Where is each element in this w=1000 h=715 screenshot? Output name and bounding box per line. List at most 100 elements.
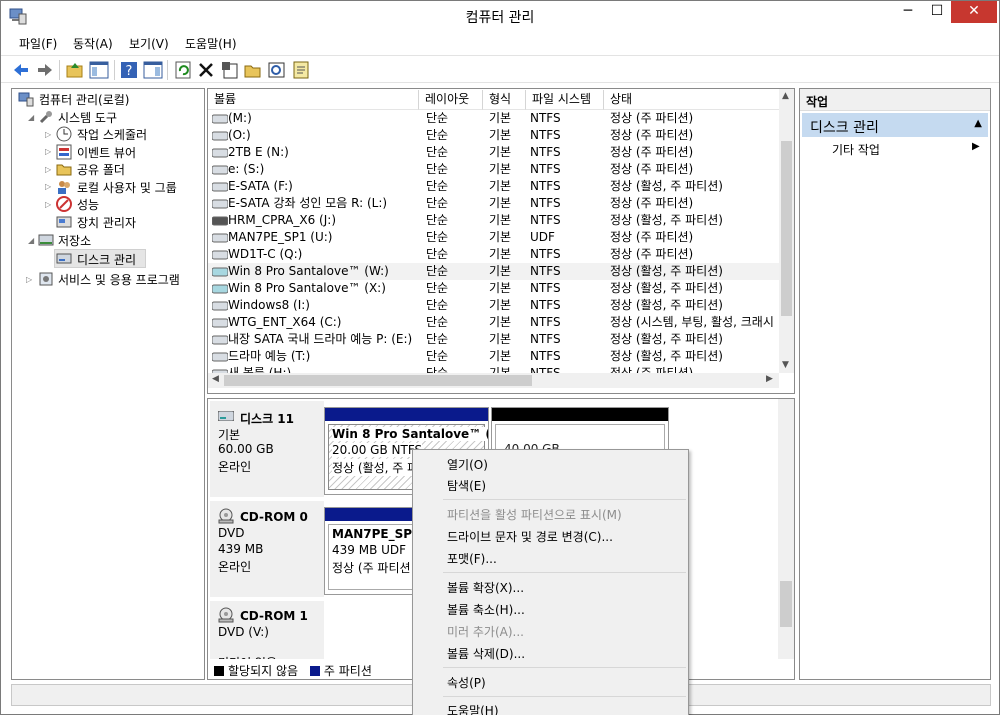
table-row[interactable]: 2TB E (N:) 단순 기본 NTFS 정상 (주 파티션) — [208, 144, 780, 161]
volume-icon — [212, 148, 228, 158]
close-button[interactable]: ✕ — [951, 1, 997, 23]
collapsed-arrow-icon[interactable]: ▷ — [45, 182, 51, 191]
column-layout[interactable]: 레이아웃 — [419, 90, 483, 110]
scroll-up-icon[interactable]: ▲ — [782, 91, 789, 101]
action-section-label: 디스크 관리 — [810, 120, 879, 136]
search-icon[interactable] — [267, 60, 287, 80]
column-volume[interactable]: 볼륨 — [208, 90, 419, 110]
performance-icon — [56, 196, 72, 212]
scroll-thumb[interactable] — [781, 141, 792, 316]
column-type[interactable]: 형식 — [483, 90, 526, 110]
back-icon[interactable] — [11, 60, 31, 80]
expanded-arrow-icon[interactable]: ◢ — [28, 236, 34, 245]
collapsed-arrow-icon[interactable]: ▷ — [45, 200, 51, 209]
cell-filesystem: NTFS — [530, 111, 561, 125]
menu-open[interactable]: 열기(O) — [447, 456, 488, 473]
menu-view[interactable]: 보기(V) — [129, 35, 169, 52]
table-row[interactable]: 드라마 예능 (T:) 단순 기본 NTFS 정상 (활성, 주 파티션) — [208, 348, 780, 365]
table-row[interactable]: HRM_CPRA_X6 (J:) 단순 기본 NTFS 정상 (활성, 주 파티션) — [208, 212, 780, 229]
tree-system-tools[interactable]: 시스템 도구 — [58, 109, 117, 126]
refresh-icon[interactable] — [173, 60, 193, 80]
forward-icon[interactable] — [35, 60, 55, 80]
menu-format[interactable]: 포맷(F)... — [447, 550, 497, 567]
menu-delete-volume[interactable]: 볼륨 삭제(D)... — [447, 645, 525, 662]
partition-u[interactable]: MAN7PE_SP1 439 MB UDF 정상 (주 파티션 — [324, 507, 424, 595]
menu-help[interactable]: 도움말(H) — [447, 702, 499, 715]
column-status[interactable]: 상태 — [604, 90, 780, 110]
table-row[interactable]: (O:) 단순 기본 NTFS 정상 (주 파티션) — [208, 127, 780, 144]
cdrom-1-label[interactable]: CD-ROM 1 DVD (V:) 미디어 없음 — [210, 601, 324, 670]
table-row[interactable]: 내장 SATA 국내 드라마 예능 P: (E:) 단순 기본 NTFS 정상 (활성,… — [208, 331, 780, 348]
delete-icon[interactable] — [196, 60, 216, 80]
tree-event-viewer[interactable]: 이벤트 뷰어 — [77, 144, 136, 161]
maximize-button[interactable]: ☐ — [923, 1, 951, 23]
menu-file[interactable]: 파일(F) — [19, 35, 57, 52]
export-icon[interactable] — [291, 60, 311, 80]
table-row[interactable]: e: (S:) 단순 기본 NTFS 정상 (주 파티션) — [208, 161, 780, 178]
table-row[interactable]: WD1T-C (Q:) 단순 기본 NTFS 정상 (주 파티션) — [208, 246, 780, 263]
table-row[interactable]: (M:) 단순 기본 NTFS 정상 (주 파티션) — [208, 110, 780, 127]
up-folder-icon[interactable] — [65, 60, 85, 80]
disk-11-label[interactable]: 디스크 11 기본 60.00 GB 온라인 — [210, 401, 324, 498]
scroll-left-icon[interactable]: ◀ — [212, 374, 219, 384]
menu-help[interactable]: 도움말(H) — [185, 35, 237, 52]
scroll-thumb[interactable] — [224, 375, 532, 386]
cell-status: 정상 (주 파티션) — [610, 196, 694, 210]
tree-services[interactable]: 서비스 및 응용 프로그램 — [58, 271, 180, 288]
scroll-right-icon[interactable]: ▶ — [766, 374, 773, 384]
open-icon[interactable] — [243, 60, 263, 80]
tree-local-users[interactable]: 로컬 사용자 및 그룹 — [77, 179, 177, 196]
tree-disk-management[interactable]: 디스크 관리 — [77, 251, 136, 268]
action-section-disk-management[interactable]: 디스크 관리 ▲ — [802, 113, 988, 137]
properties-icon[interactable] — [220, 60, 240, 80]
table-row[interactable]: Win 8 Pro Santalove™ (W:) 단순 기본 NTFS 정상 (활성,… — [208, 263, 780, 280]
cd-drive-icon — [218, 508, 234, 524]
tree-device-manager[interactable]: 장치 관리자 — [77, 214, 136, 231]
cell-type: 기본 — [489, 315, 512, 329]
disk-name: 디스크 11 — [240, 412, 294, 426]
toolbar-separator — [59, 60, 60, 80]
minimize-button[interactable]: ─ — [893, 1, 923, 23]
collapsed-arrow-icon[interactable]: ▷ — [45, 165, 51, 174]
cdrom-0-label[interactable]: CD-ROM 0 DVD 439 MB 온라인 — [210, 501, 324, 598]
tree-storage[interactable]: 저장소 — [58, 232, 91, 249]
horizontal-scrollbar[interactable]: ◀ ▶ — [208, 373, 779, 388]
table-row[interactable]: E-SATA 강좌 성인 모음 R: (L:) 단순 기본 NTFS 정상 (주 파티션… — [208, 195, 780, 212]
svg-text:?: ? — [126, 64, 133, 79]
collapsed-arrow-icon[interactable]: ▷ — [45, 147, 51, 156]
tree-performance[interactable]: 성능 — [77, 196, 99, 213]
cell-volume: (O:) — [228, 128, 251, 142]
vertical-scrollbar[interactable]: ▲ ▼ — [779, 89, 794, 373]
table-row[interactable]: WTG_ENT_X64 (C:) 단순 기본 NTFS 정상 (시스템, 부팅, 활성,… — [208, 314, 780, 331]
cell-layout: 단순 — [426, 179, 449, 193]
show-hide-tree-icon[interactable] — [89, 60, 109, 80]
collapsed-arrow-icon[interactable]: ▷ — [26, 275, 32, 284]
menu-extend-volume[interactable]: 볼륨 확장(X)... — [447, 579, 524, 596]
table-row[interactable]: MAN7PE_SP1 (U:) 단순 기본 UDF 정상 (주 파티션) — [208, 229, 780, 246]
action-more[interactable]: 기타 작업 — [832, 141, 880, 158]
menu-shrink-volume[interactable]: 볼륨 축소(H)... — [447, 601, 525, 618]
collapsed-arrow-icon[interactable]: ▷ — [45, 130, 51, 139]
column-filesystem[interactable]: 파일 시스템 — [526, 90, 604, 110]
cell-status: 정상 (주 파티션) — [610, 128, 694, 142]
scroll-thumb[interactable] — [780, 581, 792, 627]
menu-change-drive-letter[interactable]: 드라이브 문자 및 경로 변경(C)... — [447, 528, 613, 545]
collapse-up-icon[interactable]: ▲ — [974, 118, 982, 129]
menu-properties[interactable]: 속성(P) — [447, 674, 486, 691]
expanded-arrow-icon[interactable]: ◢ — [28, 113, 34, 122]
help-icon[interactable]: ? — [119, 60, 139, 80]
menu-action[interactable]: 동작(A) — [73, 35, 113, 52]
tree-shared-folders[interactable]: 공유 폴더 — [77, 161, 125, 178]
tree-task-scheduler[interactable]: 작업 스케줄러 — [77, 126, 147, 143]
table-row[interactable]: Win 8 Pro Santalove™ (X:) 단순 기본 NTFS 정상 (활성,… — [208, 280, 780, 297]
legend-primary-swatch — [309, 666, 320, 676]
disk-vertical-scrollbar[interactable] — [778, 399, 794, 661]
scroll-down-icon[interactable]: ▼ — [782, 360, 789, 370]
navigation-tree: 컴퓨터 관리(로컬) ◢ 시스템 도구 ▷ 작업 스케줄러 ▷ 이벤트 뷰어 ▷… — [11, 88, 205, 680]
table-row[interactable]: Windows8 (I:) 단순 기본 NTFS 정상 (활성, 주 파티션) — [208, 297, 780, 314]
table-row[interactable]: E-SATA (F:) 단순 기본 NTFS 정상 (활성, 주 파티션) — [208, 178, 780, 195]
menu-explore[interactable]: 탐색(E) — [447, 477, 486, 494]
show-hide-action-icon[interactable] — [143, 60, 163, 80]
tools-icon — [39, 111, 52, 124]
tree-root[interactable]: 컴퓨터 관리(로컬) — [39, 91, 129, 108]
